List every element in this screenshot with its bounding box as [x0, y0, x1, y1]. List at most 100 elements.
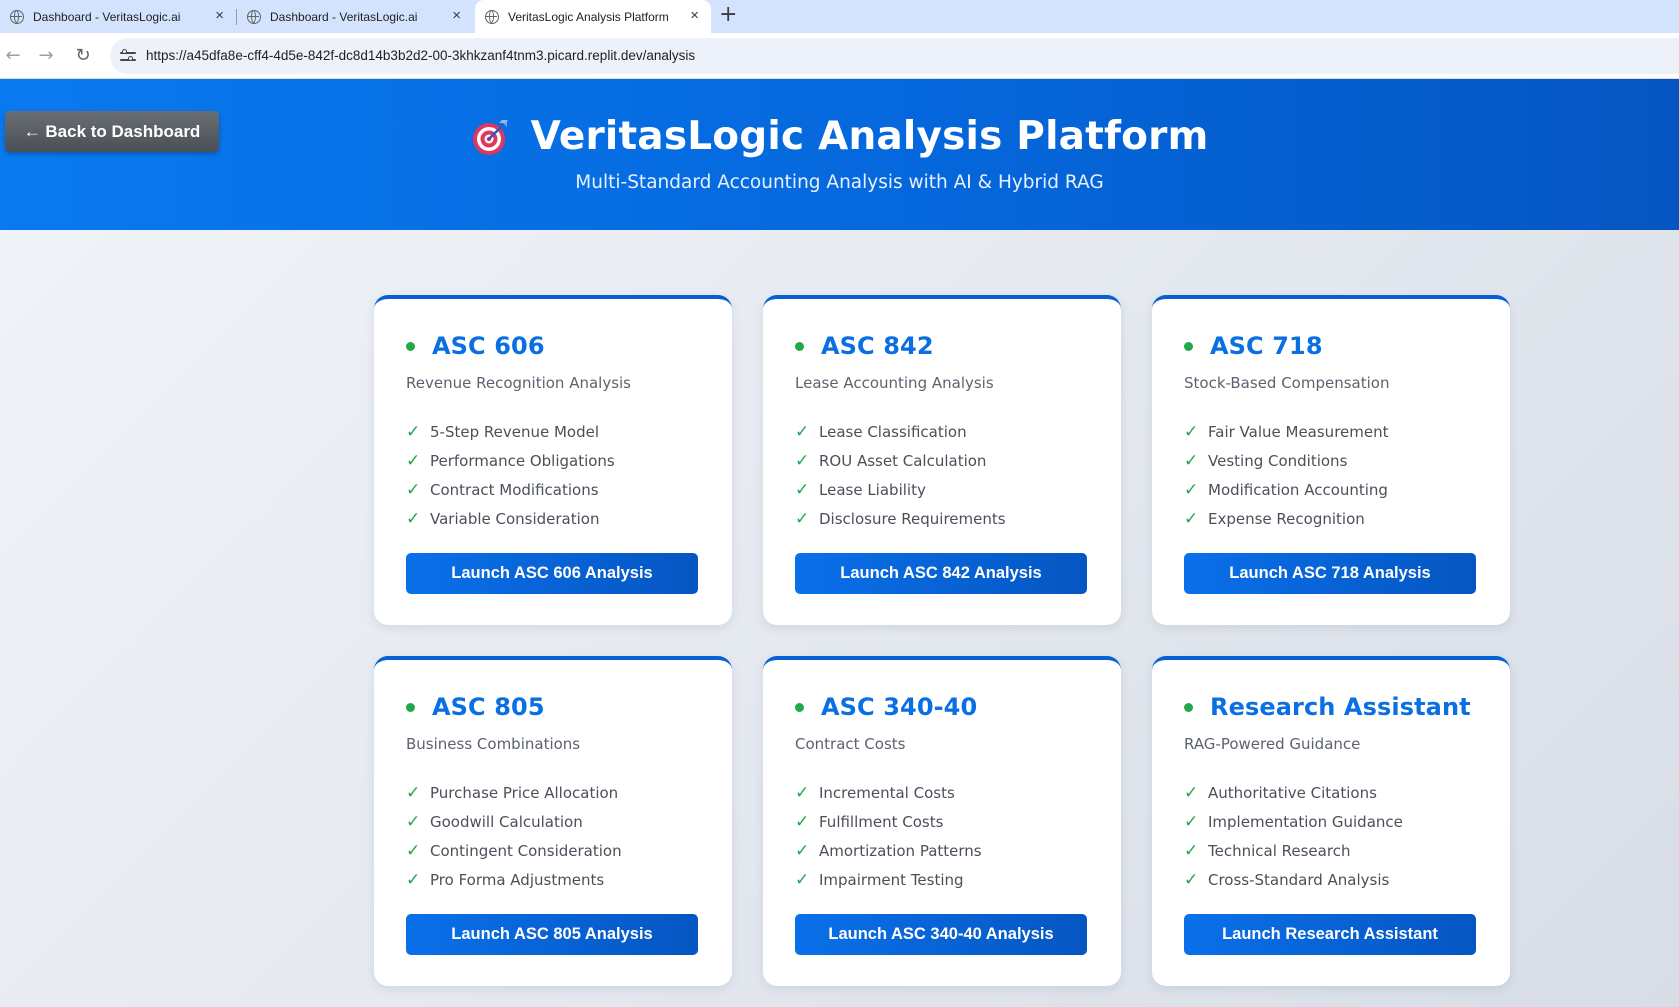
- url-text[interactable]: https://a45dfa8e-cff4-4d5e-842f-dc8d14b3…: [146, 48, 695, 63]
- checkmark-icon: ✓: [406, 479, 421, 500]
- page-title-group: VeritasLogic Analysis Platform: [471, 114, 1209, 159]
- launch-analysis-button[interactable]: Launch Research Assistant: [1184, 914, 1476, 955]
- card-title: ASC 606: [432, 332, 545, 360]
- analysis-card: ASC 340-40 Contract Costs ✓ Incremental Cos…: [763, 656, 1121, 986]
- checkmark-icon: ✓: [1184, 421, 1199, 442]
- status-dot-icon: [1184, 702, 1193, 712]
- status-dot-icon: [406, 702, 415, 712]
- tab-title: Dashboard - VeritasLogic.ai: [33, 9, 181, 24]
- card-subtitle: Stock-Based Compensation: [1184, 374, 1390, 392]
- checkmark-icon: ✓: [795, 811, 810, 832]
- feature-item: ✓ Impairment Testing: [795, 865, 982, 894]
- feature-item: ✓ Contract Modifications: [406, 475, 615, 504]
- feature-label: Expense Recognition: [1208, 509, 1365, 528]
- checkmark-icon: ✓: [795, 869, 810, 890]
- checkmark-icon: ✓: [406, 450, 421, 471]
- launch-analysis-button[interactable]: Launch ASC 842 Analysis: [795, 553, 1087, 594]
- feature-item: ✓ Fulfillment Costs: [795, 807, 982, 836]
- close-icon[interactable]: ×: [215, 8, 224, 23]
- analysis-card: ASC 606 Revenue Recognition Analysis ✓ 5-St…: [374, 295, 732, 625]
- title-row: VeritasLogic Analysis Platform: [0, 114, 1679, 161]
- feature-label: Implementation Guidance: [1208, 812, 1403, 831]
- browser-toolbar: ← → ↻ https://a45dfa8e-cff4-4d5e-842f-dc…: [0, 33, 1679, 79]
- browser-tab-active[interactable]: VeritasLogic Analysis Platform ×: [475, 0, 711, 33]
- globe-icon: [485, 9, 499, 24]
- feature-label: 5-Step Revenue Model: [430, 422, 600, 441]
- feature-label: Performance Obligations: [430, 451, 615, 470]
- forward-arrow-icon[interactable]: →: [33, 43, 59, 69]
- feature-item: ✓ Cross-Standard Analysis: [1184, 865, 1403, 894]
- checkmark-icon: ✓: [406, 421, 421, 442]
- feature-label: Vesting Conditions: [1208, 451, 1348, 470]
- feature-item: ✓ Amortization Patterns: [795, 836, 982, 865]
- card-title: Research Assistant: [1210, 693, 1471, 721]
- feature-item: ✓ Expense Recognition: [1184, 504, 1388, 533]
- feature-label: Fulfillment Costs: [819, 812, 944, 831]
- feature-label: Purchase Price Allocation: [430, 783, 619, 802]
- checkmark-icon: ✓: [1184, 479, 1199, 500]
- status-dot-icon: [795, 702, 804, 712]
- feature-label: ROU Asset Calculation: [819, 451, 987, 470]
- status-dot-icon: [406, 341, 415, 351]
- feature-label: Technical Research: [1208, 841, 1351, 860]
- feature-list: ✓ Purchase Price Allocation ✓ Goodwill Calc…: [406, 778, 622, 894]
- card-subtitle: Contract Costs: [795, 735, 906, 753]
- feature-label: Lease Classification: [819, 422, 967, 441]
- checkmark-icon: ✓: [795, 450, 810, 471]
- browser-tab[interactable]: Dashboard - VeritasLogic.ai ×: [237, 0, 473, 33]
- globe-icon: [247, 9, 261, 24]
- feature-label: Disclosure Requirements: [819, 509, 1006, 528]
- checkmark-icon: ✓: [795, 508, 810, 529]
- back-arrow-icon[interactable]: ←: [0, 43, 26, 69]
- new-tab-button[interactable]: +: [719, 2, 737, 28]
- feature-list: ✓ Authoritative Citations ✓ Implementation …: [1184, 778, 1403, 894]
- close-icon[interactable]: ×: [452, 8, 461, 23]
- card-header: Research Assistant: [1184, 693, 1471, 721]
- site-info-icon[interactable]: [120, 48, 136, 64]
- checkmark-icon: ✓: [1184, 450, 1199, 471]
- status-dot-icon: [795, 341, 804, 351]
- feature-label: Lease Liability: [819, 480, 926, 499]
- feature-item: ✓ Goodwill Calculation: [406, 807, 622, 836]
- card-title: ASC 340-40: [821, 693, 978, 721]
- analysis-card: ASC 718 Stock-Based Compensation ✓ Fair Val…: [1152, 295, 1510, 625]
- card-title: ASC 718: [1210, 332, 1323, 360]
- tab-title: VeritasLogic Analysis Platform: [508, 9, 669, 24]
- feature-label: Goodwill Calculation: [430, 812, 583, 831]
- launch-analysis-button[interactable]: Launch ASC 606 Analysis: [406, 553, 698, 594]
- card-subtitle: RAG-Powered Guidance: [1184, 735, 1361, 753]
- feature-item: ✓ Vesting Conditions: [1184, 446, 1388, 475]
- page-content: ← Back to Dashboard VeritasLogic Analysi…: [0, 79, 1679, 1007]
- analysis-card: ASC 842 Lease Accounting Analysis ✓ Lease C…: [763, 295, 1121, 625]
- address-bar[interactable]: https://a45dfa8e-cff4-4d5e-842f-dc8d14b3…: [110, 38, 1679, 74]
- feature-item: ✓ Pro Forma Adjustments: [406, 865, 622, 894]
- checkmark-icon: ✓: [795, 479, 810, 500]
- launch-analysis-button[interactable]: Launch ASC 805 Analysis: [406, 914, 698, 955]
- card-header: ASC 340-40: [795, 693, 977, 721]
- feature-item: ✓ Variable Consideration: [406, 504, 615, 533]
- feature-list: ✓ Incremental Costs ✓ Fulfillment Costs ✓ Amo…: [795, 778, 982, 894]
- card-subtitle: Revenue Recognition Analysis: [406, 374, 631, 392]
- launch-analysis-button[interactable]: Launch ASC 340-40 Analysis: [795, 914, 1087, 955]
- checkmark-icon: ✓: [1184, 782, 1199, 803]
- checkmark-icon: ✓: [1184, 840, 1199, 861]
- feature-item: ✓ Performance Obligations: [406, 446, 615, 475]
- feature-list: ✓ Fair Value Measurement ✓ Vesting Conditio…: [1184, 417, 1388, 533]
- card-subtitle: Lease Accounting Analysis: [795, 374, 994, 392]
- launch-analysis-button[interactable]: Launch ASC 718 Analysis: [1184, 553, 1476, 594]
- browser-tab[interactable]: Dashboard - VeritasLogic.ai ×: [0, 0, 236, 33]
- analysis-card: ASC 805 Business Combinations ✓ Purchase Pr…: [374, 656, 732, 986]
- feature-item: ✓ ROU Asset Calculation: [795, 446, 1006, 475]
- feature-label: Incremental Costs: [819, 783, 955, 802]
- feature-item: ✓ Implementation Guidance: [1184, 807, 1403, 836]
- card-title: ASC 805: [432, 693, 545, 721]
- close-icon[interactable]: ×: [690, 8, 699, 23]
- feature-item: ✓ Authoritative Citations: [1184, 778, 1403, 807]
- feature-item: ✓ Incremental Costs: [795, 778, 982, 807]
- feature-item: ✓ 5-Step Revenue Model: [406, 417, 615, 446]
- feature-item: ✓ Fair Value Measurement: [1184, 417, 1388, 446]
- reload-icon[interactable]: ↻: [70, 43, 96, 69]
- feature-item: ✓ Purchase Price Allocation: [406, 778, 622, 807]
- page-title: VeritasLogic Analysis Platform: [530, 114, 1209, 159]
- tab-title: Dashboard - VeritasLogic.ai: [270, 9, 418, 24]
